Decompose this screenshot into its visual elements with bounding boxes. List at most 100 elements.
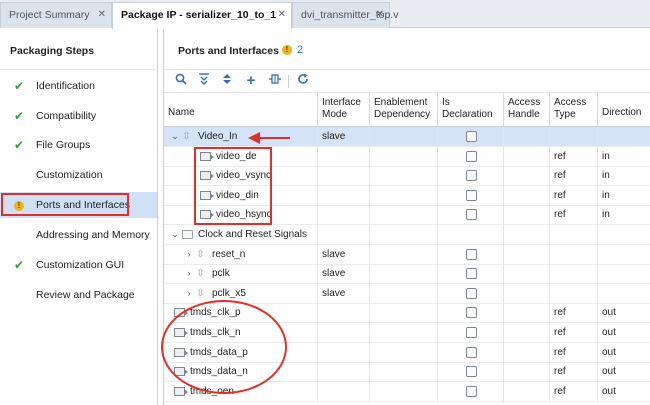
chevron-down-icon[interactable]: ⌄ <box>170 127 180 146</box>
access-type-cell: ref <box>554 385 566 397</box>
column-header-enablement-dependency[interactable]: Enablement Dependency <box>370 93 438 127</box>
column-divider <box>503 283 504 304</box>
port-name: reset_n <box>212 248 246 260</box>
column-header-name[interactable]: Name <box>164 93 318 127</box>
check-icon: ✔ <box>13 138 25 152</box>
toolbar-divider <box>288 75 289 88</box>
folder-icon <box>182 230 193 239</box>
port-name: Clock and Reset Signals <box>198 229 307 240</box>
column-header-access-type[interactable]: Access Type <box>550 93 598 127</box>
column-divider <box>369 323 370 343</box>
column-divider <box>503 362 504 383</box>
column-divider <box>437 166 438 187</box>
add-icon[interactable]: + <box>242 72 260 90</box>
tab-project-summary[interactable]: Project Summary ✕ <box>0 2 112 28</box>
column-divider <box>549 225 550 245</box>
step-label: Identification <box>36 80 95 92</box>
column-divider <box>317 127 318 147</box>
is-declaration-checkbox[interactable] <box>466 131 477 142</box>
column-header-access-handle[interactable]: Access Handle <box>504 93 550 127</box>
table-row[interactable]: › ⇳ pclk slave <box>164 264 650 285</box>
panel-title: Packaging Steps <box>10 45 95 57</box>
column-divider <box>369 342 370 363</box>
expand-all-icon[interactable] <box>218 72 236 90</box>
collapse-all-icon[interactable] <box>195 72 213 90</box>
table-row[interactable]: ⌄ ⇳ Video_In slave <box>164 127 650 147</box>
interface-icon[interactable] <box>266 72 284 90</box>
is-declaration-checkbox[interactable] <box>466 385 477 397</box>
column-divider <box>317 381 318 402</box>
access-type-cell: ref <box>554 327 566 338</box>
is-declaration-checkbox[interactable] <box>466 150 477 162</box>
column-divider <box>437 381 438 402</box>
is-declaration-checkbox[interactable] <box>466 327 477 338</box>
column-divider <box>317 303 318 324</box>
column-divider <box>597 225 598 245</box>
column-divider <box>437 185 438 206</box>
column-divider <box>317 244 318 265</box>
step-label: Compatibility <box>36 110 97 122</box>
column-header-direction[interactable]: Direction <box>598 93 650 127</box>
column-divider <box>369 264 370 285</box>
tab-package-ip[interactable]: Package IP - serializer_10_to_1 ✕ <box>112 2 292 29</box>
column-divider <box>369 205 370 226</box>
close-icon[interactable]: ✕ <box>376 3 384 27</box>
access-type-cell: ref <box>554 366 566 378</box>
chevron-right-icon[interactable]: › <box>184 284 194 303</box>
step-compatibility[interactable]: ✔ Compatibility <box>0 103 157 129</box>
step-customization-parameters[interactable]: Customization Parameters <box>0 162 157 207</box>
direction-cell: out <box>602 346 616 358</box>
column-divider <box>549 342 550 363</box>
close-icon[interactable]: ✕ <box>98 3 106 27</box>
is-declaration-checkbox[interactable] <box>466 209 477 221</box>
direction-cell: in <box>602 150 610 162</box>
column-header-interface-mode[interactable]: Interface Mode <box>318 93 370 127</box>
column-divider <box>597 342 598 363</box>
is-declaration-checkbox[interactable] <box>466 189 477 201</box>
column-divider <box>503 146 504 167</box>
is-declaration-checkbox[interactable] <box>466 287 477 299</box>
warning-icon[interactable]: ! <box>282 45 292 55</box>
column-divider <box>317 205 318 226</box>
chevron-down-icon[interactable]: ⌄ <box>170 225 180 244</box>
step-customization-gui[interactable]: ✔ Customization GUI <box>0 252 157 278</box>
column-divider <box>549 323 550 343</box>
table-row[interactable]: › ⇳ reset_n slave <box>164 244 650 265</box>
column-divider <box>317 342 318 363</box>
interface-mode-cell: slave <box>322 131 346 142</box>
table-row[interactable]: ⌄ Clock and Reset Signals <box>164 225 650 245</box>
highlight-box-selected-step <box>1 193 129 216</box>
column-divider <box>503 303 504 324</box>
is-declaration-checkbox[interactable] <box>466 346 477 358</box>
is-declaration-checkbox[interactable] <box>466 366 477 378</box>
interface-mode-cell: slave <box>322 287 346 299</box>
column-divider <box>597 323 598 343</box>
search-icon[interactable] <box>172 72 190 90</box>
is-declaration-checkbox[interactable] <box>466 307 477 319</box>
step-file-groups[interactable]: ✔ File Groups <box>0 132 157 158</box>
refresh-icon[interactable] <box>294 72 312 90</box>
highlight-oval-tmds-ports <box>161 300 287 394</box>
column-divider <box>369 244 370 265</box>
check-icon: ✔ <box>13 79 25 93</box>
warning-count[interactable]: 2 <box>297 44 303 56</box>
tab-label: Project Summary <box>9 9 90 21</box>
chevron-right-icon[interactable]: › <box>184 245 194 264</box>
column-divider <box>437 205 438 226</box>
is-declaration-checkbox[interactable] <box>466 170 477 182</box>
step-identification[interactable]: ✔ Identification <box>0 73 157 99</box>
is-declaration-checkbox[interactable] <box>466 268 477 280</box>
column-divider <box>549 303 550 324</box>
chevron-right-icon[interactable]: › <box>184 264 194 283</box>
column-divider <box>503 185 504 206</box>
is-declaration-checkbox[interactable] <box>466 248 477 260</box>
column-divider <box>437 362 438 383</box>
column-divider <box>369 381 370 402</box>
close-icon[interactable]: ✕ <box>278 3 286 27</box>
step-addressing-and-memory[interactable]: Addressing and Memory <box>0 222 157 248</box>
tab-dvi-transmitter[interactable]: dvi_transmitter_top.v ✕ <box>292 2 398 28</box>
column-header-is-declaration[interactable]: Is Declaration <box>438 93 504 127</box>
port-name: pclk <box>212 268 230 280</box>
column-divider <box>597 381 598 402</box>
step-review-and-package[interactable]: Review and Package <box>0 282 157 308</box>
